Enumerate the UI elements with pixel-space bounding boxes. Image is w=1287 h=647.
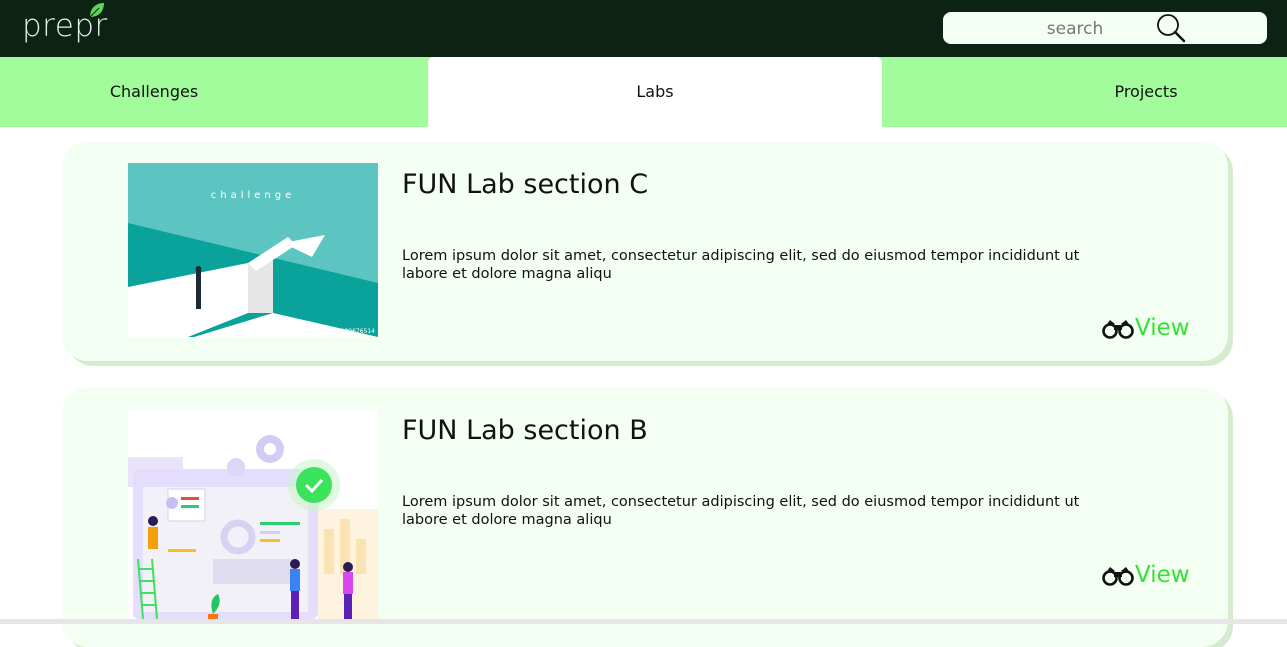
- search-box: [943, 12, 1267, 44]
- image-id: #189676514: [336, 328, 376, 335]
- tab-label: Labs: [636, 82, 674, 101]
- lab-card: FUN Lab section B Lorem ipsum dolor sit …: [62, 387, 1228, 647]
- lab-thumbnail: [128, 409, 378, 619]
- view-label: View: [1135, 562, 1190, 588]
- tab-challenges[interactable]: Challenges: [0, 57, 308, 127]
- search-icon[interactable]: [1155, 13, 1187, 43]
- view-link[interactable]: View: [1102, 560, 1190, 590]
- challenge-illustration: challenge #189676514: [128, 163, 378, 337]
- logo[interactable]: prepr: [22, 3, 108, 46]
- leaf-icon: [89, 3, 104, 18]
- view-label: View: [1135, 315, 1190, 341]
- lab-card: challenge #189676514 FUN Lab section C L…: [62, 141, 1228, 361]
- tab-projects[interactable]: Projects: [1006, 57, 1286, 127]
- horizontal-scrollbar[interactable]: [0, 619, 1287, 624]
- top-bar: prepr: [0, 0, 1287, 57]
- card-description: Lorem ipsum dolor sit amet, consectetur …: [402, 494, 1080, 528]
- binoculars-icon: [1102, 320, 1134, 339]
- card-description: Lorem ipsum dolor sit amet, consectetur …: [402, 248, 1080, 282]
- tab-label: Challenges: [109, 82, 199, 101]
- tab-label: Projects: [1114, 82, 1178, 101]
- dashboard-illustration: [128, 409, 378, 619]
- search-input[interactable]: [973, 15, 1177, 43]
- tab-bar: Challenges Labs Projects: [0, 57, 1287, 127]
- lab-thumbnail: challenge #189676514: [128, 163, 378, 337]
- card-title: FUN Lab section B: [402, 415, 648, 446]
- tab-labs[interactable]: Labs: [428, 57, 882, 127]
- view-link[interactable]: View: [1102, 313, 1190, 343]
- image-caption: challenge: [211, 190, 296, 201]
- binoculars-icon: [1102, 567, 1134, 586]
- card-title: FUN Lab section C: [402, 169, 649, 200]
